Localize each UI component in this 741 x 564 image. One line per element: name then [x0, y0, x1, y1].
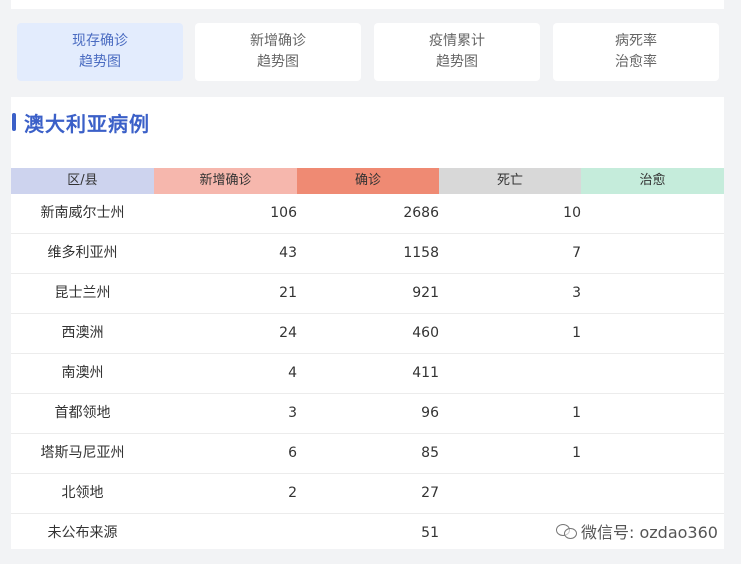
- watermark-text: 微信号: ozdao360: [581, 523, 718, 542]
- cell-confirmed: 411: [412, 365, 439, 381]
- cell-deaths: 1: [572, 445, 581, 461]
- tab-label-line1: 新增确诊: [250, 33, 306, 49]
- cell-confirmed: 27: [421, 485, 439, 501]
- cell-deaths: 1: [572, 405, 581, 421]
- cell-confirmed: 85: [421, 445, 439, 461]
- cases-card: 澳大利亚病例 区/县 新增确诊 确诊 死亡 治愈 新南威尔士州 106 2686…: [11, 97, 724, 549]
- cell-recovered: [581, 394, 724, 433]
- table-row: 南澳州 4 411: [11, 354, 724, 394]
- cell-region: 未公布来源: [47, 525, 118, 541]
- cell-region: 塔斯马尼亚州: [40, 445, 125, 461]
- cell-deaths: 3: [572, 285, 581, 301]
- tab-label-line1: 病死率: [615, 33, 657, 49]
- header-deaths: 死亡: [439, 168, 581, 194]
- cell-region: 首都领地: [54, 405, 111, 421]
- cell-new-confirmed: [154, 514, 297, 553]
- cell-recovered: [581, 314, 724, 353]
- tab-label-line2: 趋势图: [257, 54, 299, 70]
- header-recovered: 治愈: [581, 168, 724, 194]
- tab-new-confirmed-trend[interactable]: 新增确诊 趋势图: [195, 23, 361, 81]
- table-header: 区/县 新增确诊 确诊 死亡 治愈: [11, 168, 724, 194]
- cell-new-confirmed: 2: [288, 485, 297, 501]
- top-strip: [11, 0, 724, 9]
- trend-tabs: 现存确诊 趋势图 新增确诊 趋势图 疫情累计 趋势图 病死率 治愈率: [17, 23, 719, 81]
- table-row: 首都领地 3 96 1: [11, 394, 724, 434]
- cell-recovered: [581, 234, 724, 273]
- cell-confirmed: 460: [412, 325, 439, 341]
- cell-deaths: 1: [572, 325, 581, 341]
- cell-new-confirmed: 106: [270, 205, 297, 221]
- tab-label-line2: 治愈率: [615, 54, 657, 70]
- cell-confirmed: 51: [421, 525, 439, 541]
- wechat-icon: [556, 523, 578, 539]
- section-title-text: 澳大利亚病例: [24, 111, 150, 136]
- table-row: 西澳洲 24 460 1: [11, 314, 724, 354]
- cell-deaths: 10: [563, 205, 581, 221]
- cell-region: 新南威尔士州: [40, 205, 125, 221]
- title-accent-bar: [12, 113, 16, 131]
- cell-new-confirmed: 3: [288, 405, 297, 421]
- cell-new-confirmed: 6: [288, 445, 297, 461]
- cell-deaths: 7: [572, 245, 581, 261]
- cell-confirmed: 1158: [403, 245, 439, 261]
- cell-confirmed: 96: [421, 405, 439, 421]
- cases-table: 区/县 新增确诊 确诊 死亡 治愈 新南威尔士州 106 2686 10 维多利…: [11, 168, 724, 553]
- header-region: 区/县: [11, 168, 154, 194]
- cell-recovered: [581, 274, 724, 313]
- cell-new-confirmed: 24: [279, 325, 297, 341]
- cell-new-confirmed: 21: [279, 285, 297, 301]
- section-title: 澳大利亚病例: [11, 107, 150, 137]
- tab-label-line2: 趋势图: [436, 54, 478, 70]
- tab-label-line1: 现存确诊: [72, 33, 128, 49]
- header-new-confirmed: 新增确诊: [154, 168, 297, 194]
- tab-current-confirmed-trend[interactable]: 现存确诊 趋势图: [17, 23, 183, 81]
- cell-region: 北领地: [61, 485, 104, 501]
- tab-cumulative-trend[interactable]: 疫情累计 趋势图: [374, 23, 540, 81]
- tab-label-line2: 趋势图: [79, 54, 121, 70]
- tab-label-line1: 疫情累计: [429, 33, 485, 49]
- wechat-watermark: 微信号: ozdao360: [556, 519, 718, 543]
- table-row: 昆士兰州 21 921 3: [11, 274, 724, 314]
- cell-region: 昆士兰州: [54, 285, 111, 301]
- cell-recovered: [581, 194, 724, 233]
- cell-new-confirmed: 4: [288, 365, 297, 381]
- cell-region: 南澳州: [61, 365, 104, 381]
- table-row: 维多利亚州 43 1158 7: [11, 234, 724, 274]
- cell-region: 西澳洲: [61, 325, 104, 341]
- cell-confirmed: 2686: [403, 205, 439, 221]
- tab-fatality-recovery-rate[interactable]: 病死率 治愈率: [553, 23, 719, 81]
- header-confirmed: 确诊: [297, 168, 439, 194]
- cell-recovered: [581, 354, 724, 393]
- table-row: 塔斯马尼亚州 6 85 1: [11, 434, 724, 474]
- table-row: 北领地 2 27: [11, 474, 724, 514]
- table-row: 新南威尔士州 106 2686 10: [11, 194, 724, 234]
- cell-new-confirmed: 43: [279, 245, 297, 261]
- cell-deaths: [439, 354, 581, 393]
- cell-recovered: [581, 474, 724, 513]
- cell-recovered: [581, 434, 724, 473]
- cell-confirmed: 921: [412, 285, 439, 301]
- cell-deaths: [439, 474, 581, 513]
- cell-region: 维多利亚州: [47, 245, 118, 261]
